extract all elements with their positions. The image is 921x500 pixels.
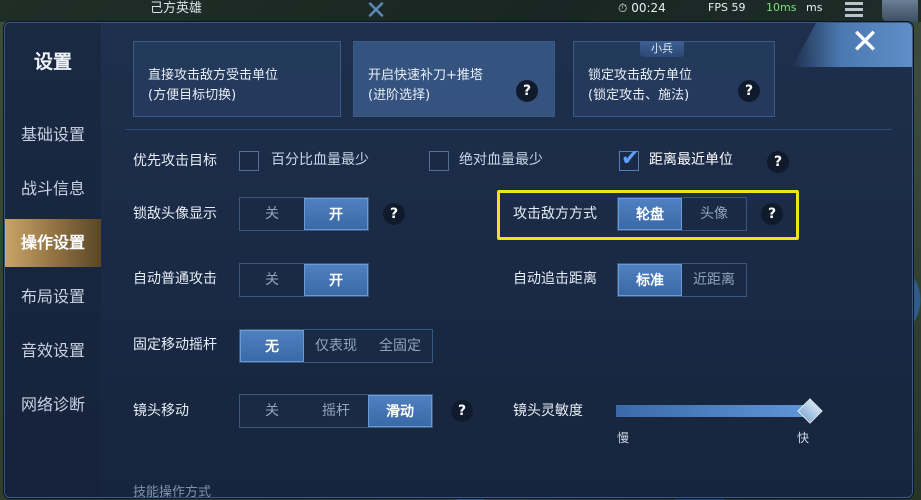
attack-mode-label: 攻击敌方方式 — [513, 206, 597, 222]
camera-move-toggle: 关 摇杆 滑动 — [239, 394, 433, 428]
help-icon[interactable]: ? — [516, 80, 538, 102]
help-icon[interactable]: ? — [738, 80, 760, 102]
lock-avatar-off-option[interactable]: 关 — [240, 198, 304, 230]
checkbox-nearest-unit[interactable]: ✔ — [619, 146, 639, 171]
sidebar-item-controls[interactable]: 操作设置 — [5, 219, 101, 267]
sidebar-item-network[interactable]: 网络诊断 — [5, 381, 101, 429]
skill-section-title: 技能操作方式 — [133, 485, 212, 498]
camera-swipe-option[interactable]: 滑动 — [368, 395, 432, 427]
slider-min-label: 慢 — [617, 431, 630, 445]
hint-card-1: 直接攻击敌方受击单位 (方便目标切换) — [133, 41, 341, 117]
sidebar-item-basic[interactable]: 基础设置 — [5, 111, 101, 159]
hint-card-text: 直接攻击敌方受击单位 (方便目标切换) — [148, 68, 279, 103]
attack-mode-avatar-option[interactable]: 头像 — [682, 198, 746, 230]
settings-title: 设置 — [33, 51, 72, 73]
minion-tag: 小兵 — [640, 41, 684, 57]
priority-target-label: 优先攻击目标 — [133, 153, 217, 169]
game-x-icon: ✕ — [365, 0, 387, 26]
joystick-none-option[interactable]: 无 — [240, 330, 304, 362]
settings-sidebar: 设置 基础设置 战斗信息 操作设置 布局设置 音效设置 网络诊断 — [5, 23, 102, 497]
settings-panel: 设置 基础设置 战斗信息 操作设置 布局设置 音效设置 网络诊断 ✕ 直接攻击敌… — [4, 22, 913, 498]
checkbox-absolute-hp-label: 绝对血量最少 — [459, 152, 543, 168]
close-icon[interactable]: ✕ — [848, 25, 882, 59]
lock-avatar-on-option[interactable]: 开 — [304, 198, 368, 230]
chase-distance-label: 自动追击距离 — [513, 271, 597, 287]
sidebar-item-layout[interactable]: 布局设置 — [5, 273, 101, 321]
camera-joystick-option[interactable]: 摇杆 — [304, 395, 368, 427]
fixed-joystick-toggle: 无 仅表现 全固定 — [239, 329, 433, 363]
menu-icon[interactable] — [845, 2, 863, 18]
fps-counter: FPS 59 — [708, 1, 746, 14]
camera-sensitivity-label: 镜头灵敏度 — [513, 403, 583, 419]
hint-card-text: 锁定攻击敌方单位 (锁定攻击、施法) — [588, 68, 693, 103]
player-avatar[interactable] — [882, 0, 918, 22]
auto-attack-toggle: 关 开 — [239, 263, 369, 297]
chase-standard-option[interactable]: 标准 — [618, 264, 682, 296]
hint-card-3: 小兵 锁定攻击敌方单位 (锁定攻击、施法) ? — [573, 41, 775, 117]
lock-avatar-toggle: 关 开 — [239, 197, 369, 231]
camera-move-label: 镜头移动 — [133, 403, 189, 419]
section-divider — [125, 129, 892, 130]
ping-value: 10ms — [766, 1, 797, 14]
sensitivity-slider-track[interactable] — [616, 405, 806, 417]
sidebar-item-combat-info[interactable]: 战斗信息 — [5, 165, 101, 213]
help-icon[interactable]: ? — [383, 203, 405, 225]
slider-max-label: 快 — [797, 431, 810, 445]
attack-mode-toggle: 轮盘 头像 — [617, 197, 747, 231]
help-icon[interactable]: ? — [451, 400, 473, 422]
hero-title: 己方英雄 — [150, 1, 203, 16]
auto-attack-label: 自动普通攻击 — [133, 271, 217, 287]
chase-distance-toggle: 标准 近距离 — [617, 263, 747, 297]
help-icon[interactable]: ? — [767, 151, 789, 173]
auto-attack-off-option[interactable]: 关 — [240, 264, 304, 296]
camera-off-option[interactable]: 关 — [240, 395, 304, 427]
checkbox-absolute-hp[interactable] — [429, 151, 449, 171]
hint-card-2: 开启快速补刀+推塔 (进阶选择) ? — [353, 41, 555, 117]
ping-unit: ms — [806, 1, 823, 14]
sidebar-item-audio[interactable]: 音效设置 — [5, 327, 101, 375]
attack-mode-wheel-option[interactable]: 轮盘 — [618, 198, 682, 230]
checkbox-percent-hp-label: 百分比血量最少 — [271, 152, 369, 168]
checkmark-icon: ✔ — [621, 146, 640, 171]
joystick-full-option[interactable]: 全固定 — [368, 330, 432, 362]
chase-close-option[interactable]: 近距离 — [682, 264, 746, 296]
help-icon[interactable]: ? — [761, 203, 783, 225]
game-top-bar: 己方英雄 ✕ ⏱ 00:24 FPS 59 10ms ms — [0, 0, 921, 26]
match-time: ⏱ 00:24 — [618, 1, 666, 15]
auto-attack-on-option[interactable]: 开 — [304, 264, 368, 296]
hint-card-text: 开启快速补刀+推塔 (进阶选择) — [368, 68, 483, 103]
joystick-visual-option[interactable]: 仅表现 — [304, 330, 368, 362]
checkbox-percent-hp[interactable] — [239, 151, 259, 171]
lock-avatar-label: 锁敌头像显示 — [133, 206, 217, 222]
fixed-joystick-label: 固定移动摇杆 — [133, 337, 217, 353]
checkbox-nearest-unit-label: 距离最近单位 — [649, 152, 733, 168]
